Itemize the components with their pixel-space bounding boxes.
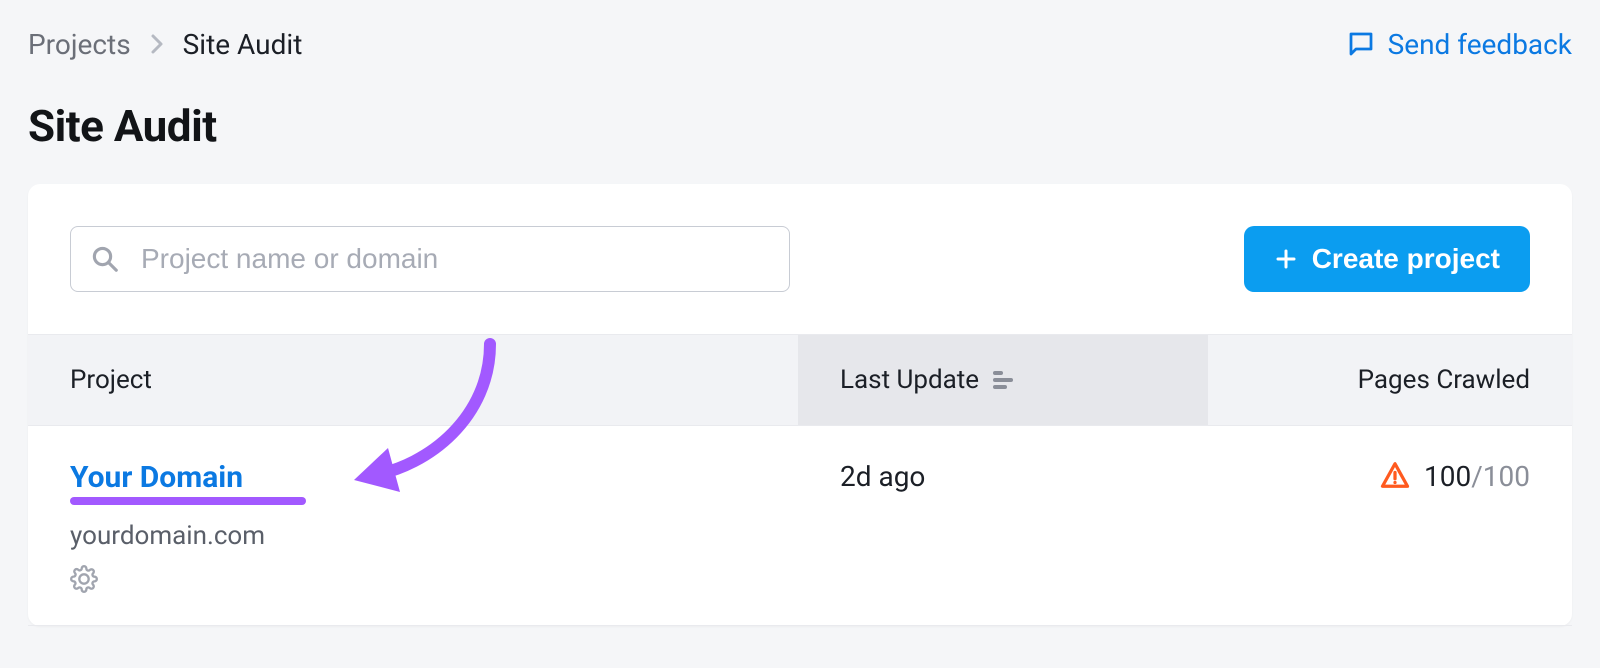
cell-pages-crawled: 100/100 — [1424, 460, 1530, 493]
warning-icon — [1380, 460, 1410, 490]
plus-icon — [1274, 247, 1298, 271]
project-name-link[interactable]: Your Domain — [70, 460, 243, 495]
breadcrumb-projects-link[interactable]: Projects — [28, 28, 131, 61]
project-domain: yourdomain.com — [70, 521, 756, 551]
chevron-right-icon — [149, 32, 165, 56]
send-feedback-link[interactable]: Send feedback — [1346, 28, 1572, 61]
create-project-button[interactable]: Create project — [1244, 226, 1530, 292]
pages-total-value: /100 — [1471, 460, 1530, 493]
col-header-last-update[interactable]: Last Update — [798, 335, 1208, 425]
page-title: Site Audit — [28, 100, 1572, 152]
col-header-project[interactable]: Project — [28, 335, 798, 425]
col-header-pages-crawled[interactable]: Pages Crawled — [1208, 335, 1572, 425]
search-icon — [90, 244, 120, 274]
highlight-underline — [70, 497, 306, 505]
search-input[interactable] — [70, 226, 790, 292]
search-wrap — [70, 226, 790, 292]
table-header-row: Project Last Update Pages Crawled — [28, 334, 1572, 426]
breadcrumb-current: Site Audit — [183, 28, 303, 61]
pages-crawled-value: 100 — [1424, 460, 1471, 493]
sort-icon — [993, 371, 1015, 389]
breadcrumb: Projects Site Audit — [28, 28, 302, 61]
chat-icon — [1346, 29, 1376, 59]
gear-icon[interactable] — [70, 565, 98, 593]
projects-panel: Create project Project Last Update Pages… — [28, 184, 1572, 626]
send-feedback-label: Send feedback — [1388, 28, 1572, 61]
table-row: Your Domain yourdomain.com 2d ago 100/10… — [28, 426, 1572, 626]
cell-last-update: 2d ago — [798, 426, 1208, 625]
col-header-last-update-label: Last Update — [840, 365, 979, 395]
create-project-label: Create project — [1312, 243, 1500, 275]
